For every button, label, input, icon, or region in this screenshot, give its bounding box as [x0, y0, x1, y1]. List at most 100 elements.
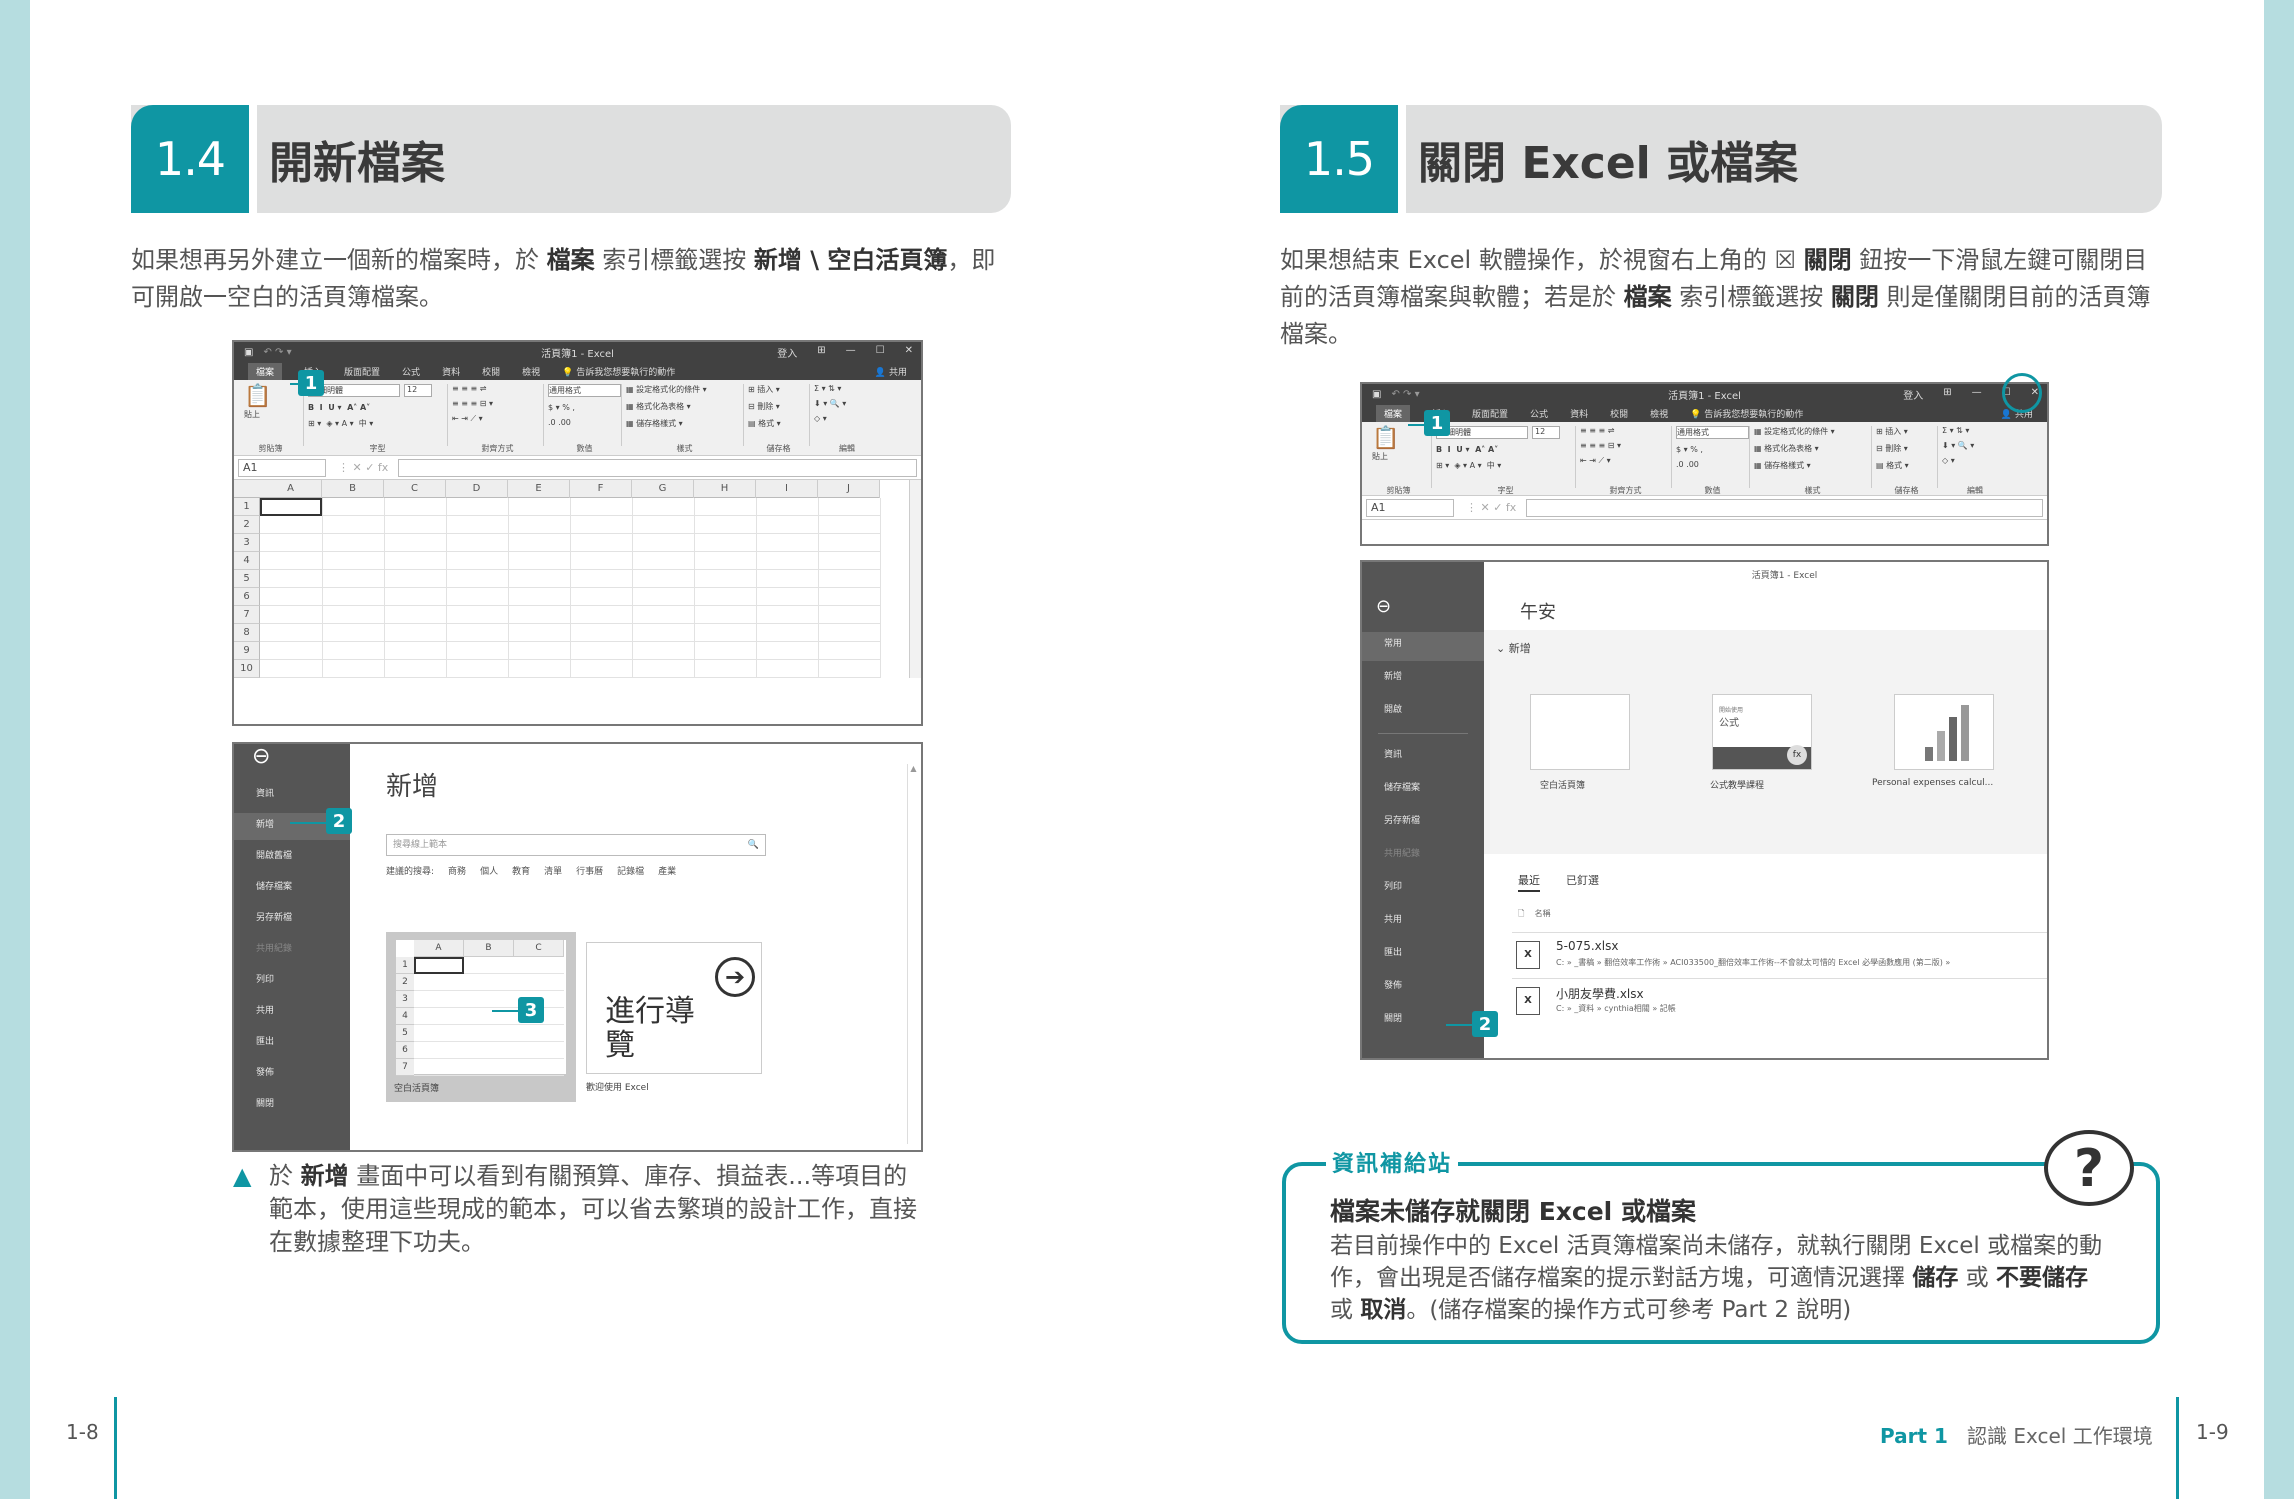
column-header[interactable]: D [446, 480, 508, 498]
formula-input[interactable] [398, 458, 917, 477]
name-box[interactable]: A1 [238, 458, 326, 477]
format-button[interactable]: ▤ 格式 ▾ [1876, 460, 1937, 471]
scrollbar[interactable]: ▲ [907, 764, 919, 1144]
backstage-nav-item[interactable]: 發佈 [234, 1061, 350, 1088]
blank-workbook-thumb[interactable] [1530, 694, 1630, 770]
backstage-nav-item[interactable]: 另存新檔 [234, 906, 350, 933]
paste-icon[interactable]: 📋 [244, 384, 303, 409]
backstage-nav-item[interactable]: 關閉 [234, 1092, 350, 1119]
delete-button[interactable]: ⊟ 刪除 ▾ [748, 401, 809, 412]
number-buttons[interactable]: $ ▾ % , [548, 403, 621, 412]
backstage-nav-item[interactable]: 共用紀錄 [234, 937, 350, 964]
suggest-link[interactable]: 教育 [512, 864, 530, 877]
align-buttons[interactable]: ≡ ≡ ≡ ⇌ [1580, 426, 1671, 435]
row-header[interactable]: 9 [234, 642, 260, 660]
format-button[interactable]: ▤ 格式 ▾ [748, 418, 809, 429]
fill-find-button[interactable]: ⬇ ▾ 🔍 ▾ [1942, 441, 2008, 450]
vertical-scrollbar[interactable] [909, 480, 921, 678]
suggest-link[interactable]: 記錄檔 [617, 864, 644, 877]
ribbon-display-icon[interactable]: ⊞ [1943, 387, 1951, 402]
tab-review[interactable]: 校閱 [1610, 407, 1628, 420]
backstage-nav-item[interactable]: 匯出 [234, 1030, 350, 1057]
decimal-buttons[interactable]: .0 .00 [1676, 460, 1749, 469]
tab-view[interactable]: 檢視 [522, 365, 540, 378]
suggest-link[interactable]: 個人 [480, 864, 498, 877]
row-header[interactable]: 3 [234, 534, 260, 552]
tab-formulas[interactable]: 公式 [402, 365, 420, 378]
backstage-nav-item[interactable]: 儲存檔案 [1362, 776, 1484, 805]
formula-tutorial-thumb[interactable]: 開始使用 公式 fx [1712, 694, 1812, 770]
backstage-nav-item[interactable]: 開啟舊檔 [234, 844, 350, 871]
backstage-nav-item[interactable]: 儲存檔案 [234, 875, 350, 902]
search-icon[interactable]: 🔍 [748, 835, 759, 855]
backstage-nav-item[interactable]: 開啟 [1362, 698, 1484, 727]
column-header[interactable]: I [756, 480, 818, 498]
autosum-button[interactable]: Σ ▾ ⇅ ▾ [814, 384, 880, 393]
format-table-button[interactable]: ▦ 格式化為表格 ▾ [1754, 443, 1871, 454]
minimize-button[interactable]: — [1972, 387, 1982, 402]
backstage-nav-item[interactable]: 共用紀錄 [1362, 842, 1484, 871]
font-size-select[interactable]: 12 [404, 384, 432, 397]
tab-file[interactable]: 檔案 [248, 362, 283, 380]
number-format-select[interactable]: 通用格式 [1676, 426, 1749, 439]
border-fill-buttons[interactable]: ⊞ ▾ ◈ ▾ A ▾ 中 ▾ [1436, 460, 1575, 471]
clear-button[interactable]: ◇ ▾ [814, 414, 880, 423]
signin-link[interactable]: 登入 [777, 345, 797, 360]
autosum-button[interactable]: Σ ▾ ⇅ ▾ [1942, 426, 2008, 435]
minimize-button[interactable]: — [846, 345, 856, 360]
font-size-select[interactable]: 12 [1532, 426, 1560, 439]
backstage-nav-item[interactable]: 另存新檔 [1362, 809, 1484, 838]
row-header[interactable]: 5 [234, 570, 260, 588]
suggest-link[interactable]: 產業 [658, 864, 676, 877]
cell-styles-button[interactable]: ▦ 儲存格樣式 ▾ [1754, 460, 1871, 471]
tab-review[interactable]: 校閱 [482, 365, 500, 378]
align-buttons-2[interactable]: ≡ ≡ ≡ ⊟ ▾ [452, 399, 543, 408]
formula-input[interactable] [1526, 498, 2043, 517]
tab-layout[interactable]: 版面配置 [344, 365, 380, 378]
row-header[interactable]: 1 [234, 498, 260, 516]
backstage-nav-item[interactable]: 關閉 [1362, 1007, 1484, 1036]
signin-link[interactable]: 登入 [1903, 387, 1923, 402]
font-style-buttons[interactable]: B I U ▾ A˄ A˅ [1436, 445, 1575, 454]
column-header[interactable]: H [694, 480, 756, 498]
backstage-nav-item[interactable]: 共用 [1362, 908, 1484, 937]
tab-data[interactable]: 資料 [1570, 407, 1588, 420]
recent-file-row[interactable]: X 5-075.xlsx C: » _書稿 » 翻倍效率工作術 » ACI033… [1512, 932, 2047, 978]
tab-layout[interactable]: 版面配置 [1472, 407, 1508, 420]
backstage-nav-item[interactable]: 常用 [1362, 632, 1484, 661]
backstage-nav-item[interactable]: 列印 [1362, 875, 1484, 904]
insert-button[interactable]: ⊞ 插入 ▾ [1876, 426, 1937, 437]
border-fill-buttons[interactable]: ⊞ ▾ ◈ ▾ A ▾ 中 ▾ [308, 418, 447, 429]
tab-formulas[interactable]: 公式 [1530, 407, 1548, 420]
indent-buttons[interactable]: ⇤ ⇥ ⟋ ▾ [452, 414, 543, 424]
ribbon-display-icon[interactable]: ⊞ [817, 345, 825, 360]
row-header[interactable]: 4 [234, 552, 260, 570]
tell-me-box[interactable]: 💡 告訴我您想要執行的動作 [562, 365, 675, 378]
backstage-nav-item[interactable]: 共用 [234, 999, 350, 1026]
backstage-nav-item[interactable]: 資訊 [1362, 743, 1484, 772]
column-header[interactable]: B [322, 480, 384, 498]
row-header[interactable]: 8 [234, 624, 260, 642]
indent-buttons[interactable]: ⇤ ⇥ ⟋ ▾ [1580, 456, 1671, 466]
format-table-button[interactable]: ▦ 格式化為表格 ▾ [626, 401, 743, 412]
tab-file[interactable]: 檔案 [1376, 404, 1411, 422]
active-cell[interactable] [260, 498, 322, 516]
worksheet-grid[interactable]: A B C D E F G H I J 1 2 3 4 5 6 7 8 9 10 [234, 480, 921, 678]
template-search-input[interactable]: 搜尋線上範本 🔍 [386, 834, 766, 856]
column-header[interactable]: E [508, 480, 570, 498]
expenses-thumb[interactable] [1894, 694, 1994, 770]
tab-view[interactable]: 檢視 [1650, 407, 1668, 420]
new-section-header[interactable]: ⌄ 新增 [1496, 640, 1531, 656]
row-header[interactable]: 2 [234, 516, 260, 534]
tab-recent[interactable]: 最近 [1518, 872, 1540, 892]
suggest-link[interactable]: 行事曆 [576, 864, 603, 877]
decimal-buttons[interactable]: .0 .00 [548, 418, 621, 427]
tab-pinned[interactable]: 已釘選 [1566, 872, 1599, 888]
suggest-link[interactable]: 商務 [448, 864, 466, 877]
insert-button[interactable]: ⊞ 插入 ▾ [748, 384, 809, 395]
welcome-template[interactable]: 進行導覽 ➔ [586, 942, 762, 1074]
close-button[interactable]: ✕ [905, 345, 913, 360]
align-buttons-2[interactable]: ≡ ≡ ≡ ⊟ ▾ [1580, 441, 1671, 450]
backstage-nav-item[interactable]: 列印 [234, 968, 350, 995]
maximize-button[interactable]: ☐ [876, 345, 885, 360]
